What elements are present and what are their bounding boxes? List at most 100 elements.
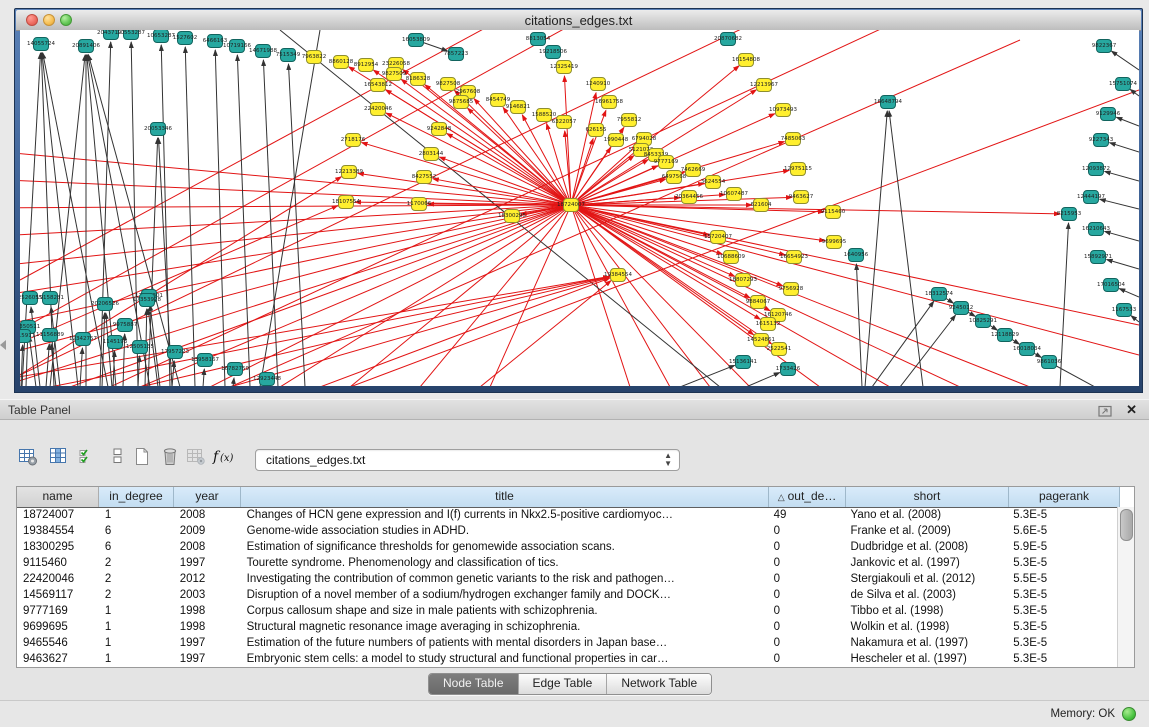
cell[interactable]: Tibbo et al. (1998) (845, 603, 1008, 619)
network-window-titlebar[interactable]: citations_edges.txt (16, 10, 1141, 31)
graph-edge[interactable] (20, 277, 609, 386)
graph-node[interactable]: 16782759 (221, 363, 249, 376)
cell[interactable]: Investigating the contribution of common… (241, 571, 768, 587)
graph-node[interactable]: 20870682 (714, 33, 742, 46)
cell[interactable]: Embryonic stem cells: a model to study s… (241, 651, 768, 667)
cell[interactable]: Wolkin et al. (1998) (845, 619, 1008, 635)
graph-node[interactable]: 16210643 (1082, 223, 1110, 236)
cell[interactable]: 1997 (174, 651, 241, 667)
graph-node[interactable]: 8860128 (329, 56, 354, 69)
graph-node[interactable]: 12093872 (1082, 163, 1110, 176)
cell[interactable]: 5.3E-5 (1007, 555, 1118, 571)
float-panel-button[interactable] (1098, 404, 1113, 417)
table-mode-button[interactable] (16, 443, 40, 469)
graph-node[interactable]: 10688609 (717, 251, 745, 264)
graph-node[interactable]: 8215953 (1057, 208, 1082, 221)
cell[interactable]: 1 (99, 635, 174, 651)
show-columns-button[interactable] (46, 443, 70, 469)
cell[interactable]: 9777169 (17, 603, 99, 619)
graph-node[interactable]: 1240910 (586, 78, 611, 91)
graph-node[interactable]: 18312574 (925, 288, 953, 301)
table-row[interactable]: 1456911722003Disruption of a novel membe… (17, 587, 1118, 603)
cell[interactable]: Estimation of the future numbers of pati… (241, 635, 768, 651)
cell[interactable]: 18724007 (17, 507, 99, 523)
graph-node[interactable]: 14671988 (249, 45, 277, 58)
scrollbar-thumb[interactable] (1120, 509, 1133, 541)
graph-edge[interactable] (571, 205, 1139, 355)
cell[interactable]: de Silva et al. (2003) (845, 587, 1008, 603)
cell[interactable]: 5.3E-5 (1007, 651, 1118, 667)
tab-node-table[interactable]: Node Table (429, 674, 519, 694)
graph-node[interactable]: 14055724 (27, 38, 55, 51)
graph-edge[interactable] (140, 277, 609, 386)
graph-edge[interactable] (1116, 117, 1139, 126)
cell[interactable]: 1997 (174, 635, 241, 651)
graph-node[interactable]: 12975115 (784, 163, 812, 176)
graph-node[interactable]: 1733426 (776, 363, 801, 376)
close-panel-button[interactable]: ✕ (1126, 402, 1137, 418)
cell[interactable]: 2 (99, 571, 174, 587)
cell[interactable]: 0 (768, 587, 845, 603)
tab-edge-table[interactable]: Edge Table (519, 674, 608, 694)
column-header-pagerank[interactable]: pagerank (1009, 487, 1120, 507)
graph-node[interactable]: 20206526 (91, 298, 119, 311)
cell[interactable]: Yano et al. (2008) (845, 507, 1008, 523)
graph-edge[interactable] (1105, 171, 1139, 181)
cell[interactable]: 5.3E-5 (1007, 619, 1118, 635)
graph-edge[interactable] (46, 344, 49, 386)
graph-node[interactable]: 2718176 (341, 134, 366, 147)
cell[interactable]: 5.6E-5 (1007, 523, 1118, 539)
graph-node[interactable]: 1167533 (1112, 304, 1137, 317)
graph-node[interactable]: 17957223 (161, 346, 189, 359)
graph-node[interactable]: 7515349 (276, 49, 301, 62)
graph-node[interactable]: 19218506 (539, 46, 567, 59)
table-panel-titlebar[interactable]: Table Panel ✕ (0, 399, 1149, 420)
table-row[interactable]: 1872400712008Changes of HCN gene express… (17, 507, 1118, 523)
graph-edge[interactable] (210, 205, 571, 386)
cell[interactable]: Stergiakouli et al. (2012) (845, 571, 1008, 587)
cell[interactable]: 0 (768, 555, 845, 571)
graph-node[interactable]: 12213389 (335, 166, 363, 179)
graph-edge[interactable] (138, 356, 140, 386)
graph-edge[interactable] (889, 111, 923, 386)
memory-status-indicator[interactable] (1122, 707, 1136, 721)
cell[interactable]: 1998 (174, 603, 241, 619)
graph-edge[interactable] (88, 55, 180, 386)
table-vertical-scrollbar[interactable] (1117, 507, 1134, 667)
graph-node[interactable]: 2522541 (767, 343, 792, 356)
graph-edge[interactable] (1119, 289, 1139, 297)
cell[interactable]: 0 (768, 635, 845, 651)
graph-edge[interactable] (185, 47, 195, 386)
graph-edge[interactable] (1131, 316, 1139, 322)
table-row[interactable]: 969969511998Structural magnetic resonanc… (17, 619, 1118, 635)
graph-node[interactable]: 12213967 (750, 79, 778, 92)
graph-node[interactable]: 15136141 (729, 356, 757, 369)
cell[interactable]: 5.3E-5 (1007, 603, 1118, 619)
cell[interactable]: 9699695 (17, 619, 99, 635)
cell[interactable]: 5.3E-5 (1007, 635, 1118, 651)
graph-node[interactable]: 8912954 (354, 59, 379, 72)
graph-edge[interactable] (1107, 260, 1139, 269)
graph-node[interactable]: 14524861 (747, 334, 775, 347)
cell[interactable]: 1 (99, 603, 174, 619)
graph-edge[interactable] (203, 369, 204, 386)
table-row[interactable]: 977716911998Corpus callosum shape and si… (17, 603, 1118, 619)
column-header-year[interactable]: year (174, 487, 241, 507)
graph-node[interactable]: 9115460 (821, 206, 846, 219)
cell[interactable]: Franke et al. (2009) (845, 523, 1008, 539)
cell[interactable]: 9465546 (17, 635, 99, 651)
graph-node[interactable]: 9129946 (1096, 108, 1121, 121)
graph-node[interactable]: 9242848 (427, 123, 452, 136)
graph-node[interactable]: 2803144 (419, 148, 444, 161)
cell[interactable]: 0 (768, 603, 845, 619)
graph-edge[interactable] (1060, 223, 1069, 386)
graph-node[interactable]: 621604 (751, 199, 772, 212)
column-checklist-button[interactable] (74, 443, 98, 469)
graph-edge[interactable] (1111, 51, 1139, 70)
graph-node[interactable]: 12325419 (550, 61, 578, 74)
cell[interactable]: 2008 (174, 507, 241, 523)
graph-edge[interactable] (1100, 199, 1139, 209)
cell[interactable]: 22420046 (17, 571, 99, 587)
cell[interactable]: 6 (99, 523, 174, 539)
cell[interactable]: 2 (99, 587, 174, 603)
